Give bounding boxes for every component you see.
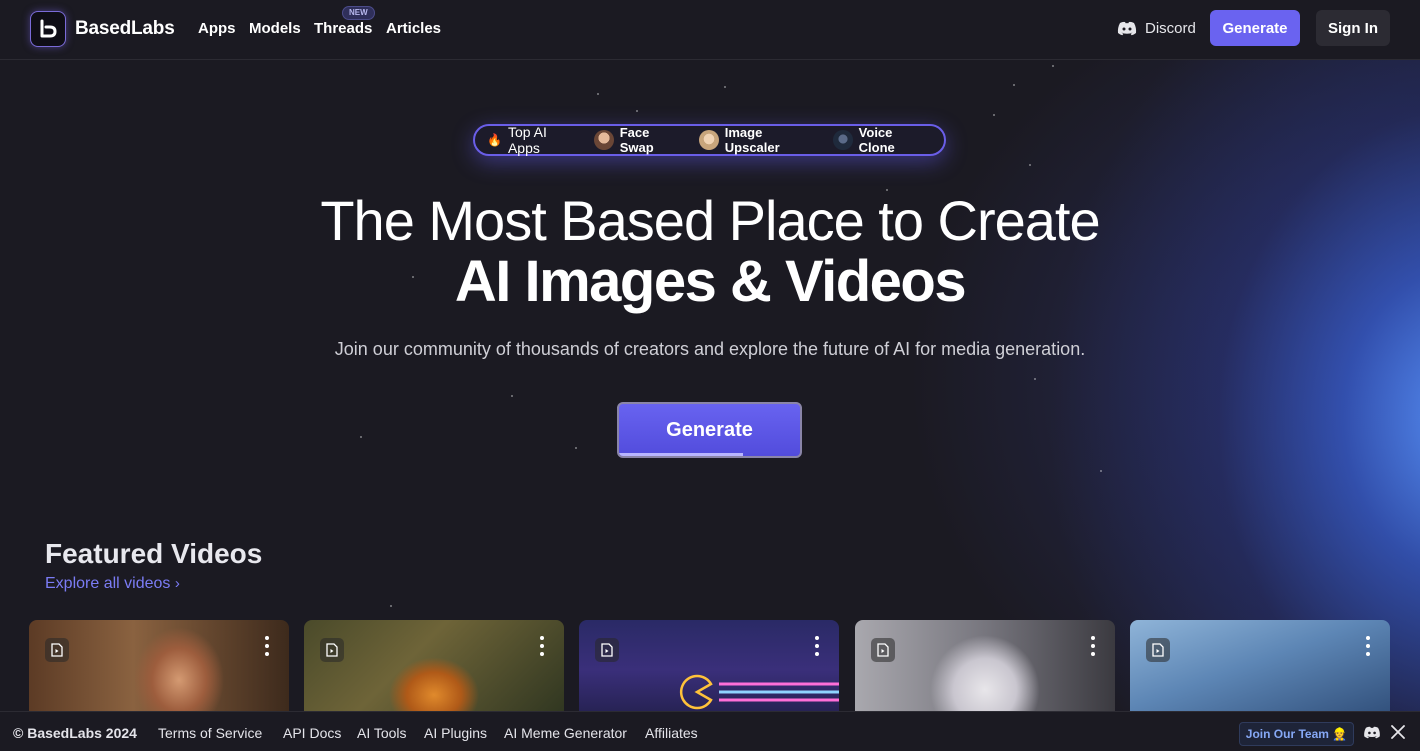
image-upscaler-avatar-icon xyxy=(698,130,719,150)
new-badge: NEW xyxy=(342,6,375,20)
footer-ai-plugins-link[interactable]: AI Plugins xyxy=(424,725,487,741)
discord-icon xyxy=(1117,21,1137,36)
star xyxy=(636,110,638,112)
face-swap-avatar-icon xyxy=(593,130,614,150)
footer-api-docs-link[interactable]: API Docs xyxy=(283,725,341,741)
more-options-icon[interactable] xyxy=(1091,636,1095,656)
video-file-icon xyxy=(320,638,344,662)
star xyxy=(993,114,995,116)
star xyxy=(1034,378,1036,380)
video-card[interactable] xyxy=(1130,620,1390,720)
star xyxy=(360,436,362,438)
star xyxy=(575,447,577,449)
footer-affiliates-link[interactable]: Affiliates xyxy=(645,725,698,741)
app-label: Image Upscaler xyxy=(724,125,780,155)
more-options-icon[interactable] xyxy=(540,636,544,656)
button-glow-bar xyxy=(619,453,743,456)
app-face-swap[interactable]: Face Swap xyxy=(593,125,687,155)
app-label: Voice Clone xyxy=(858,125,895,155)
app-voice-clone[interactable]: Voice Clone xyxy=(832,125,932,155)
video-file-icon xyxy=(871,638,895,662)
video-file-icon xyxy=(595,638,619,662)
star xyxy=(390,605,392,607)
hero-title-line1: The Most Based Place to Create xyxy=(320,189,1100,252)
x-twitter-icon[interactable] xyxy=(1391,725,1405,739)
nav-models[interactable]: Models xyxy=(249,20,301,37)
star xyxy=(724,86,726,88)
explore-link-label: Explore all videos xyxy=(45,575,171,592)
footer-terms-link[interactable]: Terms of Service xyxy=(158,725,262,741)
discord-link[interactable]: Discord xyxy=(1117,20,1196,37)
chevron-right-icon: › xyxy=(174,575,180,592)
top-ai-apps-title: Top AI Apps xyxy=(507,124,547,156)
nav-threads[interactable]: Threads xyxy=(314,20,372,37)
join-our-team-button[interactable]: Join Our Team 👷 xyxy=(1239,722,1354,746)
video-file-icon xyxy=(1146,638,1170,662)
top-navbar: BasedLabs Apps Models NEW Threads Articl… xyxy=(0,0,1420,60)
app-label: Face Swap xyxy=(619,125,654,155)
voice-clone-avatar-icon xyxy=(832,130,853,150)
more-options-icon[interactable] xyxy=(815,636,819,656)
explore-all-videos-link[interactable]: Explore all videos › xyxy=(45,575,180,593)
star xyxy=(1052,65,1054,67)
star xyxy=(511,395,513,397)
star xyxy=(1100,470,1102,472)
star xyxy=(1013,84,1015,86)
video-card[interactable] xyxy=(579,620,839,720)
video-card[interactable] xyxy=(304,620,564,720)
footer-ai-tools-link[interactable]: AI Tools xyxy=(357,725,407,741)
hero-generate-button[interactable]: Generate xyxy=(617,402,802,458)
top-ai-apps-label: 🔥 Top AI Apps xyxy=(487,124,582,156)
star xyxy=(597,93,599,95)
video-card[interactable] xyxy=(29,620,289,720)
hero-subtitle: Join our community of thousands of creat… xyxy=(334,339,1086,359)
page: BasedLabs Apps Models NEW Threads Articl… xyxy=(0,0,1420,751)
video-file-icon xyxy=(45,638,69,662)
nav-articles[interactable]: Articles xyxy=(386,20,441,37)
star xyxy=(1029,164,1031,166)
discord-label: Discord xyxy=(1145,20,1196,37)
hero-title-line2: AI Images & Videos xyxy=(454,249,967,314)
basedlabs-logo-icon[interactable] xyxy=(30,11,66,47)
brand-name[interactable]: BasedLabs xyxy=(75,18,175,40)
nav-apps[interactable]: Apps xyxy=(198,20,236,37)
fire-icon: 🔥 xyxy=(487,133,502,147)
header-generate-button[interactable]: Generate xyxy=(1210,10,1300,46)
featured-videos-title: Featured Videos xyxy=(45,538,263,569)
footer-bar: © BasedLabs 2024 Terms of Service API Do… xyxy=(0,711,1420,751)
app-image-upscaler[interactable]: Image Upscaler xyxy=(698,125,821,155)
neon-pacman-icon xyxy=(679,674,839,710)
sign-in-button[interactable]: Sign In xyxy=(1316,10,1390,46)
more-options-icon[interactable] xyxy=(1366,636,1370,656)
top-ai-apps-bar: 🔥 Top AI Apps Face Swap Image Upscaler V… xyxy=(473,124,946,156)
video-card[interactable] xyxy=(855,620,1115,720)
footer-discord-icon[interactable] xyxy=(1363,726,1381,739)
hero-generate-label: Generate xyxy=(666,418,753,441)
footer-meme-generator-link[interactable]: AI Meme Generator xyxy=(504,725,627,741)
more-options-icon[interactable] xyxy=(265,636,269,656)
footer-copyright: © BasedLabs 2024 xyxy=(13,725,137,741)
